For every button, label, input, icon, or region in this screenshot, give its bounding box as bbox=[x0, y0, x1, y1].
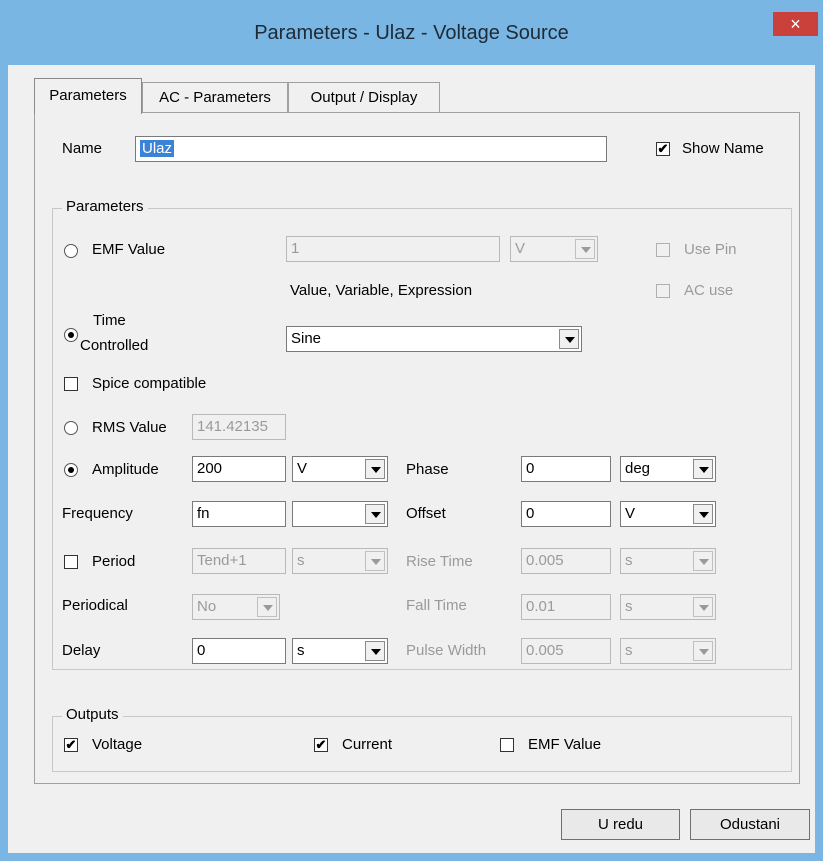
amplitude-field[interactable]: 200 bbox=[192, 456, 286, 482]
chevron-down-icon bbox=[693, 597, 713, 617]
use-pin-label: Use Pin bbox=[684, 241, 737, 258]
fall-time-label: Fall Time bbox=[406, 597, 467, 614]
tab-output-display[interactable]: Output / Display bbox=[288, 82, 440, 113]
emf-value-radio[interactable] bbox=[64, 244, 78, 258]
chevron-down-icon bbox=[365, 641, 385, 661]
time-controlled-label-1: Time bbox=[93, 312, 126, 329]
frequency-field[interactable]: fn bbox=[192, 501, 286, 527]
close-button[interactable]: × bbox=[773, 12, 818, 36]
rise-time-field[interactable]: 0.005 bbox=[521, 548, 611, 574]
pulse-width-label: Pulse Width bbox=[406, 642, 487, 659]
amplitude-unit-select[interactable]: V bbox=[292, 456, 388, 482]
chevron-down-icon bbox=[257, 597, 277, 617]
outputs-group bbox=[52, 716, 792, 772]
current-checkbox[interactable]: ✔ bbox=[314, 738, 328, 752]
rise-time-unit-value: s bbox=[625, 552, 633, 569]
pulse-width-unit-value: s bbox=[625, 642, 633, 659]
period-unit-select[interactable]: s bbox=[292, 548, 388, 574]
period-field[interactable]: Tend+1 bbox=[192, 548, 286, 574]
fall-time-field[interactable]: 0.01 bbox=[521, 594, 611, 620]
chevron-down-icon bbox=[693, 504, 713, 524]
delay-unit-select[interactable]: s bbox=[292, 638, 388, 664]
emf-hint: Value, Variable, Expression bbox=[290, 282, 473, 299]
chevron-down-icon bbox=[365, 504, 385, 524]
amplitude-unit-value: V bbox=[297, 460, 308, 477]
emf-value-output-checkbox[interactable] bbox=[500, 738, 514, 752]
spice-compatible-label: Spice compatible bbox=[92, 375, 207, 392]
tab-ac-parameters[interactable]: AC - Parameters bbox=[142, 82, 288, 113]
use-pin-checkbox[interactable] bbox=[656, 243, 670, 257]
rise-time-unit-select[interactable]: s bbox=[620, 548, 716, 574]
emf-value-output-label: EMF Value bbox=[528, 736, 602, 753]
spice-compatible-checkbox[interactable] bbox=[64, 377, 78, 391]
period-unit-value: s bbox=[297, 552, 305, 569]
pulse-width-field[interactable]: 0.005 bbox=[521, 638, 611, 664]
frequency-label: Frequency bbox=[62, 505, 133, 522]
name-field[interactable]: Ulaz bbox=[135, 136, 607, 162]
chevron-down-icon bbox=[365, 551, 385, 571]
chevron-down-icon bbox=[365, 459, 385, 479]
amplitude-radio[interactable] bbox=[64, 463, 78, 477]
ok-button[interactable]: U redu bbox=[561, 809, 680, 840]
cancel-button[interactable]: Odustani bbox=[690, 809, 810, 840]
delay-label: Delay bbox=[62, 642, 101, 659]
emf-value-label: EMF Value bbox=[92, 241, 166, 258]
pulse-width-unit-select[interactable]: s bbox=[620, 638, 716, 664]
phase-field[interactable]: 0 bbox=[521, 456, 611, 482]
show-name-checkbox[interactable]: ✔ bbox=[656, 142, 670, 156]
periodical-select[interactable]: No bbox=[192, 594, 280, 620]
delay-unit-value: s bbox=[297, 642, 305, 659]
title-bar[interactable]: Parameters - Ulaz - Voltage Source × bbox=[0, 0, 823, 44]
chevron-down-icon bbox=[693, 459, 713, 479]
chevron-down-icon bbox=[693, 551, 713, 571]
emf-unit-value: V bbox=[515, 240, 526, 257]
period-checkbox[interactable] bbox=[64, 555, 78, 569]
rms-value-field[interactable]: 141.42135 bbox=[192, 414, 286, 440]
phase-label: Phase bbox=[406, 461, 449, 478]
amplitude-label: Amplitude bbox=[92, 461, 159, 478]
rms-value-label: RMS Value bbox=[92, 419, 167, 436]
rms-value-radio[interactable] bbox=[64, 421, 78, 435]
ac-use-checkbox[interactable] bbox=[656, 284, 670, 298]
time-controlled-label-2: Controlled bbox=[80, 337, 149, 354]
rise-time-label: Rise Time bbox=[406, 553, 473, 570]
emf-value-field[interactable]: 1 bbox=[286, 236, 500, 262]
dialog-window: Parameters - Ulaz - Voltage Source × Par… bbox=[0, 0, 823, 861]
outputs-legend: Outputs bbox=[62, 706, 123, 723]
frequency-unit-select[interactable] bbox=[292, 501, 388, 527]
delay-field[interactable]: 0 bbox=[192, 638, 286, 664]
offset-field[interactable]: 0 bbox=[521, 501, 611, 527]
offset-label: Offset bbox=[406, 505, 446, 522]
show-name-label: Show Name bbox=[682, 140, 764, 157]
time-controlled-radio[interactable] bbox=[64, 328, 78, 342]
emf-unit-select[interactable]: V bbox=[510, 236, 598, 262]
tab-parameters[interactable]: Parameters bbox=[34, 78, 142, 114]
window-title: Parameters - Ulaz - Voltage Source bbox=[254, 22, 569, 44]
time-controlled-value: Sine bbox=[291, 330, 322, 347]
voltage-label: Voltage bbox=[92, 736, 143, 753]
parameters-legend: Parameters bbox=[62, 198, 148, 215]
periodical-value: No bbox=[197, 598, 217, 615]
offset-unit-value: V bbox=[625, 505, 636, 522]
name-label: Name bbox=[62, 140, 103, 157]
time-controlled-select[interactable]: Sine bbox=[286, 326, 582, 352]
chevron-down-icon bbox=[575, 239, 595, 259]
phase-unit-value: deg bbox=[625, 460, 651, 477]
fall-time-unit-value: s bbox=[625, 598, 633, 615]
chevron-down-icon bbox=[559, 329, 579, 349]
phase-unit-select[interactable]: deg bbox=[620, 456, 716, 482]
period-label: Period bbox=[92, 553, 136, 570]
fall-time-unit-select[interactable]: s bbox=[620, 594, 716, 620]
voltage-checkbox[interactable]: ✔ bbox=[64, 738, 78, 752]
periodical-label: Periodical bbox=[62, 597, 128, 614]
offset-unit-select[interactable]: V bbox=[620, 501, 716, 527]
ac-use-label: AC use bbox=[684, 282, 734, 299]
name-value: Ulaz bbox=[140, 140, 175, 157]
chevron-down-icon bbox=[693, 641, 713, 661]
current-label: Current bbox=[342, 736, 393, 753]
